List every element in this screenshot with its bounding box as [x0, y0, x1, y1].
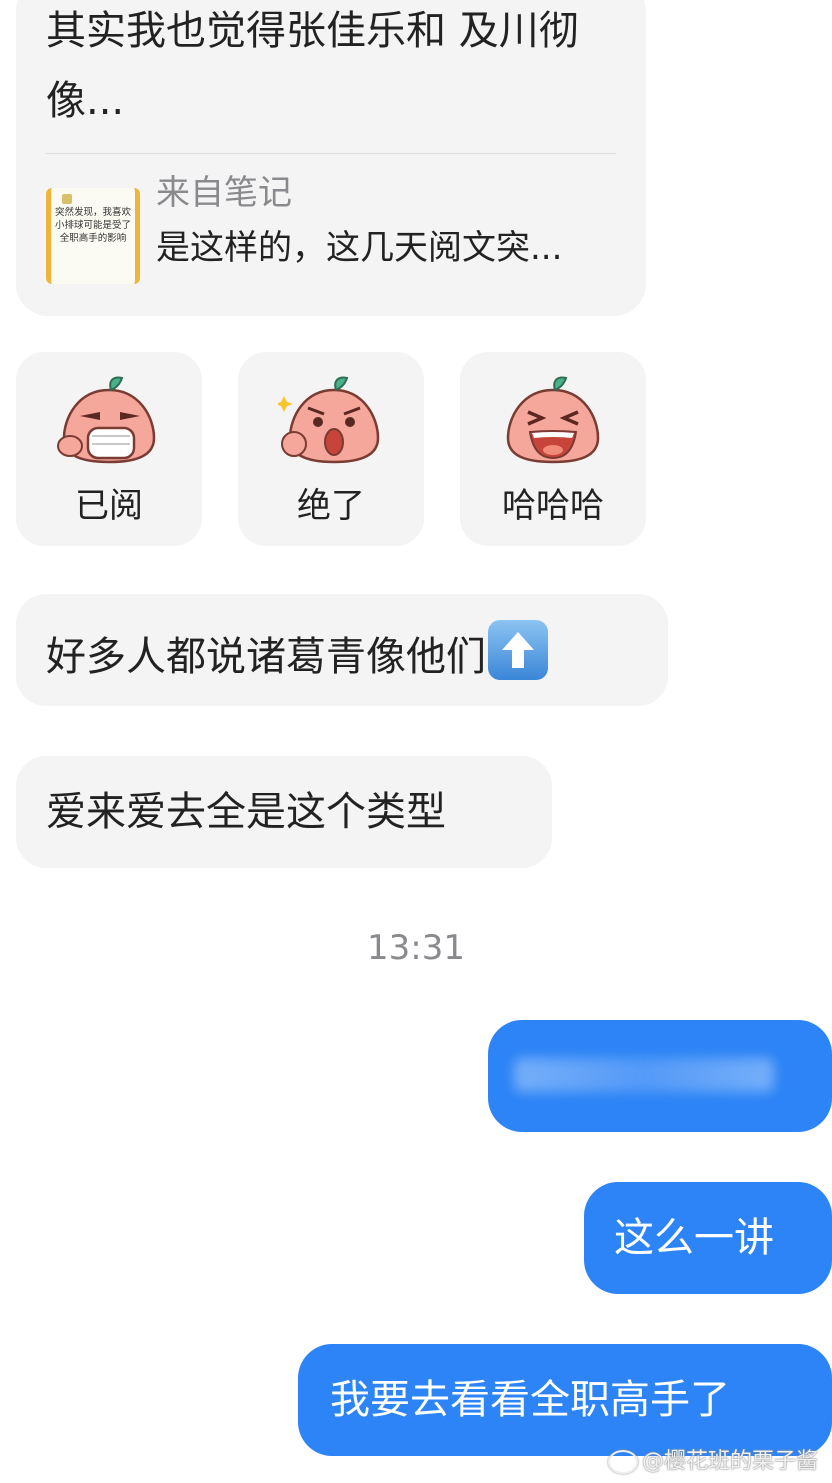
sticker-label: 绝了 [297, 486, 365, 526]
watermark: @樱花班的栗子酱 [607, 1443, 818, 1475]
sticker-read[interactable]: 已阅 [16, 352, 202, 546]
note-source-label: 来自笔记 [156, 173, 292, 213]
chat-view: 其实我也觉得张佳乐和 及川彻像... 突然发现，我喜欢小排球可能是受了全职高手的… [0, 0, 832, 1483]
watermark-text: @樱花班的栗子酱 [641, 1449, 818, 1474]
message-text: 我要去看看全职高手了 [330, 1377, 730, 1423]
message-text: 这么一讲 [614, 1215, 774, 1261]
mask-peach-sticker-icon [57, 376, 156, 464]
outgoing-message[interactable]: 这么一讲 [584, 1182, 832, 1294]
message-text: 好多人都说诸葛青像他们 [46, 634, 486, 680]
thumbnail-text: 突然发现，我喜欢小排球可能是受了全职高手的影响 [54, 207, 131, 244]
outgoing-message[interactable]: 我要去看看全职高手了 [298, 1344, 832, 1456]
up-arrow-emoji-icon [488, 620, 548, 680]
amazed-peach-sticker-icon [278, 376, 380, 464]
message-text: 爱来爱去全是这个类型 [46, 789, 446, 835]
outgoing-message-blurred[interactable] [488, 1020, 832, 1132]
incoming-message[interactable]: 好多人都说诸葛青像他们 [16, 594, 668, 706]
sticker-amazing[interactable]: 绝了 [238, 352, 424, 546]
timestamp: 13:31 [367, 928, 465, 968]
note-message-text: 其实我也觉得张佳乐和 及川彻像... [46, 8, 579, 124]
blurred-message-content [514, 1058, 774, 1092]
incoming-message[interactable]: 爱来爱去全是这个类型 [16, 756, 552, 868]
laughing-peach-sticker-icon [506, 376, 600, 464]
note-preview-text: 是这样的，这几天阅文突... [156, 228, 563, 268]
weibo-icon [607, 1450, 638, 1474]
note-thumbnail[interactable]: 突然发现，我喜欢小排球可能是受了全职高手的影响 [46, 188, 140, 284]
thumbnail-icon [62, 194, 72, 204]
sticker-label: 已阅 [75, 486, 143, 526]
sticker-haha[interactable]: 哈哈哈 [460, 352, 646, 546]
sticker-label: 哈哈哈 [502, 486, 604, 526]
card-divider [46, 153, 616, 154]
shared-note-card[interactable]: 其实我也觉得张佳乐和 及川彻像... 突然发现，我喜欢小排球可能是受了全职高手的… [16, 0, 646, 316]
